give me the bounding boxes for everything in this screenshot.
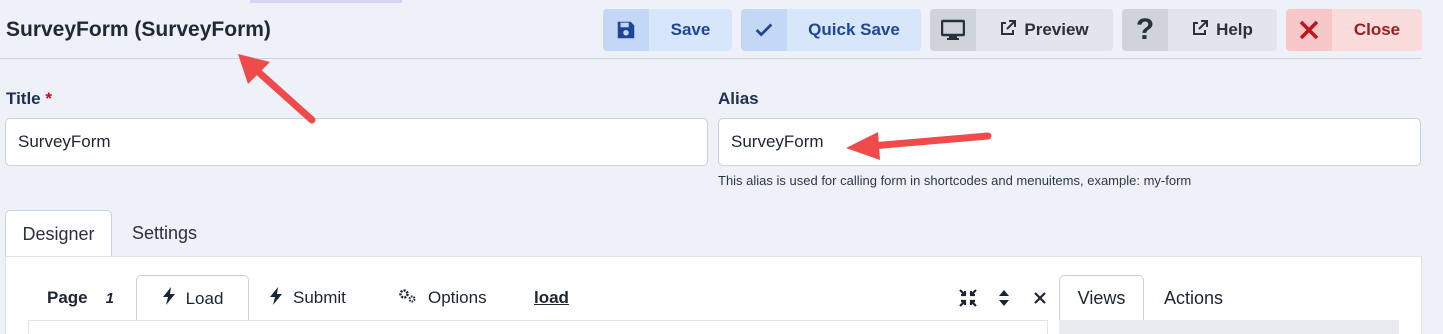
alias-field-label: Alias (718, 89, 759, 108)
subtab-load[interactable]: Load (136, 275, 249, 321)
close-button[interactable]: Close (1286, 9, 1422, 51)
help-button[interactable]: ? Help (1122, 9, 1277, 51)
compress-icon[interactable] (958, 288, 978, 308)
help-label: Help (1216, 20, 1253, 39)
lightning-icon (162, 287, 176, 310)
preview-label: Preview (1024, 20, 1089, 39)
quick-save-label: Quick Save (808, 20, 900, 39)
page-label: Page (47, 288, 88, 307)
question-mark-icon: ? (1122, 9, 1168, 51)
required-marker: * (45, 89, 52, 108)
tab-actions[interactable]: Actions (1164, 275, 1223, 321)
alias-input-value: SurveyForm (731, 132, 824, 151)
close-icon[interactable] (1030, 288, 1050, 308)
monitor-icon (930, 9, 976, 51)
gears-icon (398, 288, 418, 309)
page-scrollbar[interactable] (1431, 0, 1443, 334)
quick-save-button[interactable]: Quick Save (741, 9, 921, 51)
views-panel (1059, 320, 1399, 334)
save-label: Save (670, 20, 711, 39)
title-input-value: SurveyForm (18, 132, 111, 151)
alias-hint: This alias is used for calling form in s… (718, 173, 1192, 188)
tab-designer[interactable]: Designer (5, 210, 112, 258)
floppy-disk-icon (603, 9, 649, 51)
subtab-submit[interactable]: Submit (269, 275, 346, 321)
title-input[interactable]: SurveyForm (5, 118, 708, 166)
external-link-icon (1000, 19, 1017, 41)
save-button[interactable]: Save (603, 9, 732, 51)
alias-input[interactable]: SurveyForm (718, 118, 1421, 166)
designer-controls (958, 288, 1050, 308)
close-label: Close (1353, 20, 1401, 39)
lightning-icon (269, 286, 283, 310)
designer-canvas[interactable] (28, 320, 1048, 334)
tab-views[interactable]: Views (1059, 275, 1144, 321)
page-title: SurveyForm (SurveyForm) (6, 18, 271, 41)
toolbar: Save Quick Save Preview ? Help Close (603, 9, 1422, 51)
header-divider (0, 58, 1422, 59)
close-icon (1286, 9, 1332, 51)
tab-settings[interactable]: Settings (132, 210, 197, 257)
title-field-label: Title * (6, 89, 52, 108)
top-accent-bar (250, 0, 402, 3)
external-link-icon (1192, 19, 1209, 41)
page-indicator[interactable]: Page 1 (47, 275, 114, 321)
checkmark-icon (741, 9, 787, 51)
load-link[interactable]: load (534, 275, 569, 321)
page-number: 1 (105, 289, 114, 307)
subtab-options[interactable]: Options (398, 275, 487, 321)
preview-button[interactable]: Preview (930, 9, 1113, 51)
sort-icon[interactable] (994, 288, 1014, 308)
